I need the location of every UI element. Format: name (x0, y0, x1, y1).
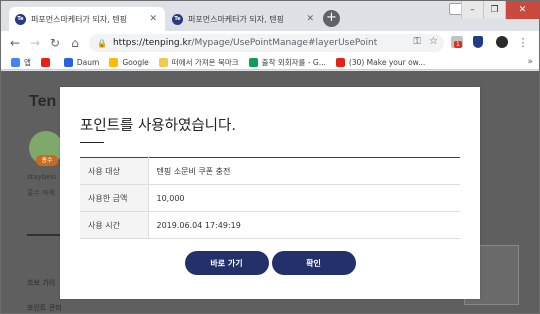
tab-active[interactable]: Te 퍼포먼스마케터가 되자, 텐핑 ✕ (9, 7, 165, 31)
bookmark-daum[interactable]: Daum (63, 57, 100, 67)
tenping-favicon: Te (172, 13, 183, 25)
daum-icon (63, 57, 73, 67)
title-underline (80, 142, 104, 143)
bookmark-sheets[interactable]: 출착 외회자를 - G... (248, 57, 326, 68)
bookmark-label: Daum (76, 57, 100, 67)
window-controls: – ❐ ✕ (461, 1, 539, 19)
browser-window: Te 퍼포먼스마케터가 되자, 텐핑 ✕ Te 퍼포먼스마케터가 되자, 텐핑 … (0, 0, 540, 314)
row-label: 사용 대상 (80, 157, 149, 185)
bookmark-label: 출착 외회자를 - G... (261, 57, 326, 67)
divider (27, 234, 61, 236)
bookmark-label: Google (122, 57, 149, 67)
star-icon[interactable]: ☆ (429, 36, 438, 47)
point-usage-table: 사용 대상 텐핑 소문비 쿠폰 충전 사용한 금액 10,000 사용 시간 2… (80, 157, 460, 239)
lock-icon: 🔒 (97, 38, 107, 48)
bookmark-label: 떠에서 가져온 북마크 (171, 57, 239, 67)
tenping-favicon: Te (15, 13, 26, 25)
tab-title: 퍼포먼스마케터가 되자, 텐핑 (31, 14, 127, 24)
go-to-button[interactable]: 바로 가기 (184, 251, 269, 275)
google-icon (109, 57, 119, 67)
url-path: /Mypage/UsePointManage#layerUsePoint (191, 38, 378, 48)
forward-arrow-icon[interactable]: → (25, 36, 45, 50)
tab-strip: Te 퍼포먼스마케터가 되자, 텐핑 ✕ Te 퍼포먼스마케터가 되자, 텐핑 … (1, 1, 539, 31)
back-arrow-icon[interactable]: ← (5, 36, 25, 50)
bookmark-google[interactable]: Google (109, 57, 149, 67)
sidebar-item-guide[interactable]: 초보 가이 (27, 278, 55, 288)
user-id: staybesi (27, 173, 57, 181)
apps-grid-icon (11, 57, 20, 67)
shield-extension-icon[interactable] (471, 35, 485, 49)
point-used-dialog: 포인트를 사용하였습니다. 사용 대상 텐핑 소문비 쿠폰 충전 사용한 금액 … (60, 87, 480, 299)
address-bar[interactable]: 🔒 https://tenping.kr/Mypage/UsePointMana… (89, 34, 444, 52)
bookmark-youtube-video[interactable]: (30) Make your ow... (335, 57, 426, 67)
dialog-buttons: 바로 가기 확인 (60, 251, 480, 275)
close-window-icon[interactable]: ✕ (505, 1, 539, 19)
row-value: 10,000 (148, 184, 460, 212)
reload-icon[interactable]: ↻ (45, 36, 65, 50)
row-label: 사용 시간 (80, 211, 149, 239)
extension-badge: 1 (454, 41, 462, 48)
site-logo[interactable]: Ten (29, 93, 56, 111)
row-label: 사용한 금액 (80, 184, 149, 212)
bookmark-apps[interactable]: 앱 (11, 57, 31, 68)
tab-title: 퍼포먼스마케터가 되자, 텐핑 (188, 14, 284, 24)
row-value: 텐핑 소문비 쿠폰 충전 (148, 157, 460, 185)
table-row: 사용한 금액 10,000 (80, 184, 460, 212)
menu-dots-icon[interactable]: ⋮ (516, 35, 530, 49)
youtube-icon (40, 57, 50, 67)
close-icon[interactable]: ✕ (305, 14, 316, 24)
folder-icon (158, 57, 168, 67)
bookmark-label: (30) Make your ow... (348, 57, 426, 67)
confirm-button[interactable]: 확인 (271, 251, 356, 275)
bookmark-youtube[interactable] (40, 57, 54, 67)
bookmark-label: 앱 (24, 57, 31, 67)
table-row: 사용 시간 2019.06.04 17:49:19 (80, 211, 460, 239)
table-row: 사용 대상 텐핑 소문비 쿠폰 충전 (80, 157, 460, 185)
avatar-icon[interactable] (495, 35, 509, 49)
sheets-icon (248, 57, 258, 67)
dialog-title: 포인트를 사용하였습니다. (80, 118, 236, 134)
user-grade: 홍수 마케 (27, 189, 55, 197)
sidebar-item-points[interactable]: 포인트 관리 (27, 303, 62, 313)
bookmark-imported-folder[interactable]: 떠에서 가져온 북마크 (158, 57, 239, 68)
plus-icon[interactable]: + (323, 10, 340, 27)
extension-icon[interactable]: 1 (450, 35, 464, 49)
grade-badge: 홍수 (36, 155, 58, 166)
minimize-icon[interactable]: – (461, 1, 483, 19)
tab-inactive[interactable]: Te 퍼포먼스마케터가 되자, 텐핑 ✕ (166, 7, 322, 31)
home-icon[interactable]: ⌂ (65, 36, 85, 50)
bookmarks-more-icon[interactable]: » (527, 57, 533, 67)
bookmarks-bar: 앱 Daum Google 떠에서 가져온 북마크 출착 외회자를 - G...… (1, 55, 539, 70)
restore-icon[interactable]: ❐ (483, 1, 505, 19)
url-host: https://tenping.kr (112, 38, 192, 48)
key-icon[interactable]: ⚿ (413, 36, 421, 47)
row-value: 2019.06.04 17:49:19 (148, 211, 460, 239)
youtube-icon (335, 57, 345, 67)
close-icon[interactable]: ✕ (148, 14, 159, 24)
